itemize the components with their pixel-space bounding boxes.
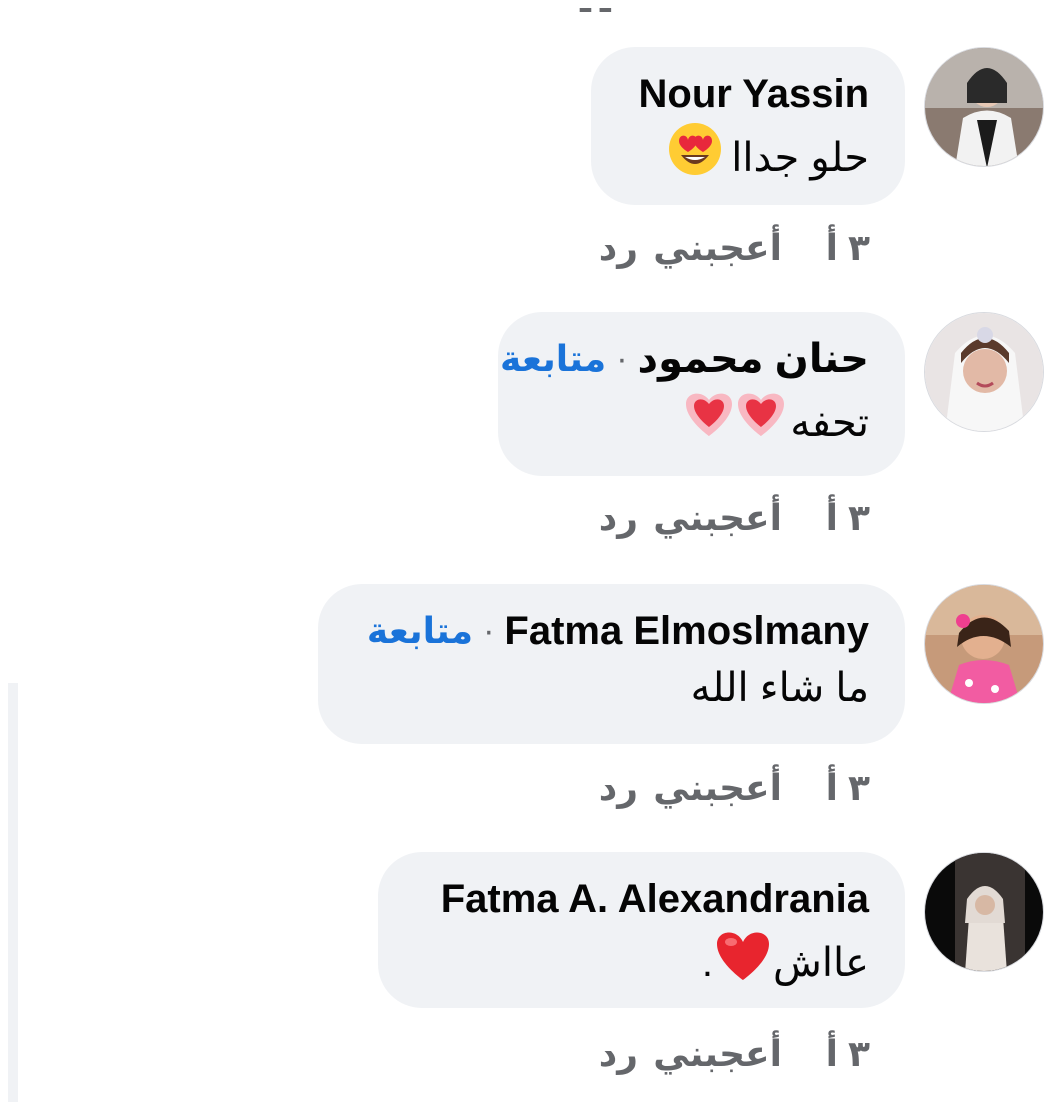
commenter-name[interactable]: حنان محمود <box>638 334 869 384</box>
comment-bubble: Fatma Elmoslmany · متابعة ما شاء الله <box>318 584 905 744</box>
comment-actions: ٣ أ أعجبني رد <box>599 228 870 268</box>
separator-dot: · <box>616 340 628 378</box>
commenter-name[interactable]: Fatma A. Alexandrania <box>441 874 869 924</box>
reply-thread-line <box>8 683 18 1102</box>
comment-time[interactable]: ٣ أ <box>812 228 870 268</box>
comment-time[interactable]: ٣ أ <box>812 768 870 808</box>
reply-button[interactable]: رد <box>599 768 638 808</box>
like-button[interactable]: أعجبني <box>642 1034 782 1074</box>
like-button[interactable]: أعجبني <box>642 228 782 268</box>
reply-button[interactable]: رد <box>599 1034 638 1074</box>
avatar[interactable] <box>924 312 1044 432</box>
comment-actions: ٣ أ أعجبني رد <box>599 768 870 808</box>
reply-button[interactable]: رد <box>599 498 638 538</box>
reply-button[interactable]: رد <box>599 228 638 268</box>
comment-actions: ٣ أ أعجبني رد <box>599 1034 870 1074</box>
red-heart-emoji-icon <box>713 926 773 999</box>
comment-time[interactable]: ٣ أ <box>812 498 870 538</box>
avatar[interactable] <box>924 47 1044 167</box>
comment-actions: ٣ أ أعجبني رد <box>599 498 870 538</box>
follow-link[interactable]: متابعة <box>500 334 606 384</box>
comment-text: ما شاء الله <box>690 666 869 710</box>
commenter-name[interactable]: Nour Yassin <box>639 69 869 119</box>
comment-text-suffix: . <box>701 940 713 985</box>
heart-eyes-emoji-icon <box>667 121 723 194</box>
follow-link[interactable]: متابعة <box>367 606 473 656</box>
like-button[interactable]: أعجبني <box>642 768 782 808</box>
comment-text: حلو جداا <box>731 135 869 180</box>
double-pink-heart-emoji-icon <box>682 386 790 459</box>
previous-comment-actions-partial: ـ ـ <box>580 0 611 19</box>
comment-bubble: حنان محمود · متابعة تحفه <box>498 312 905 476</box>
avatar[interactable] <box>924 852 1044 972</box>
comment-bubble: Fatma A. Alexandrania عااش . <box>378 852 905 1008</box>
comment-bubble: Nour Yassin حلو جداا <box>591 47 905 205</box>
commenter-name[interactable]: Fatma Elmoslmany <box>504 606 869 656</box>
avatar[interactable] <box>924 584 1044 704</box>
comment-text: عااش <box>773 940 869 985</box>
separator-dot: · <box>483 612 495 650</box>
comment-text: تحفه <box>790 400 869 445</box>
like-button[interactable]: أعجبني <box>642 498 782 538</box>
comment-time[interactable]: ٣ أ <box>812 1034 870 1074</box>
